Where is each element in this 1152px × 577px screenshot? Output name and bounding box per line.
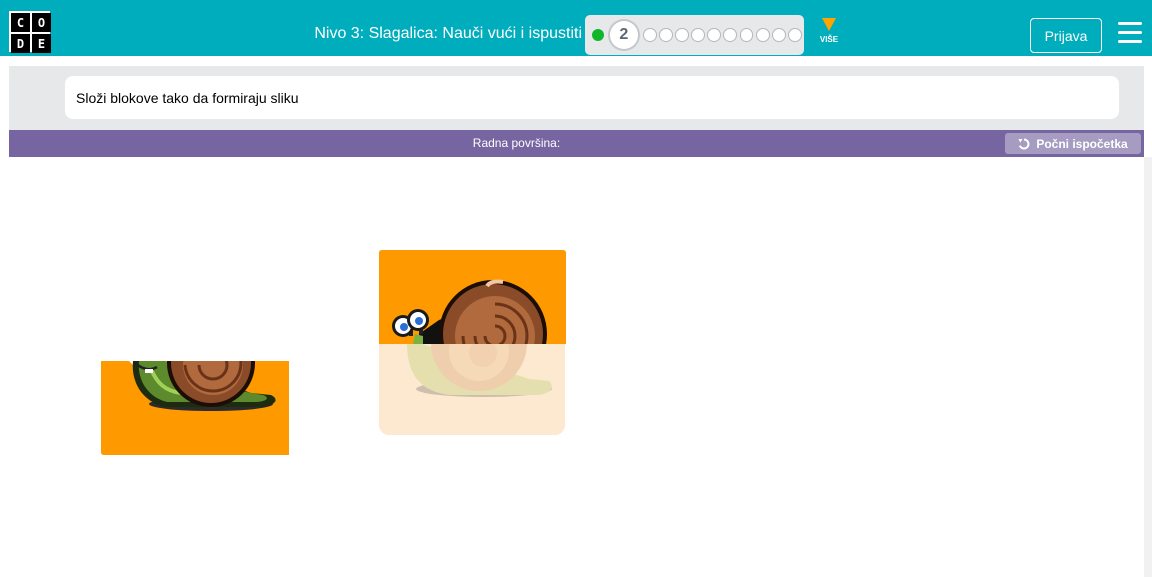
progress-dot[interactable] [642, 28, 657, 42]
snail-ghost-image [407, 343, 552, 397]
progress-dot[interactable] [755, 28, 770, 42]
snail-bottom-image [101, 361, 289, 455]
workspace-scrollbar[interactable] [1144, 157, 1152, 577]
workspace-title: Radna površina: [472, 136, 561, 150]
instructions-text: Složi blokove tako da formiraju sliku [65, 76, 1119, 119]
progress-dot[interactable] [691, 28, 706, 42]
progress-dot[interactable] [707, 28, 722, 42]
puzzle-piece-bottom[interactable] [101, 361, 289, 455]
logo-letter: D [11, 34, 30, 53]
header-bar: C O D E Nivo 3: Slagalica: Nauči vući i … [0, 0, 1152, 56]
logo-letter: C [11, 13, 30, 32]
reset-label: Počni ispočetka [1036, 136, 1128, 151]
triangle-down-icon [822, 18, 836, 31]
progress-dot[interactable] [739, 28, 754, 42]
level-title: Nivo 3: Slagalica: Nauči vući i ispustit… [314, 25, 582, 42]
puzzle-drop-slot [379, 343, 565, 435]
current-level-number: 2 [619, 26, 629, 43]
signin-button[interactable]: Prijava [1030, 18, 1102, 53]
more-levels-button[interactable]: VIŠE [812, 18, 846, 48]
code-org-logo[interactable]: C O D E [9, 11, 51, 53]
progress-dot[interactable] [771, 28, 786, 42]
progress-dot[interactable] [675, 28, 689, 42]
puzzle-piece-top[interactable] [379, 250, 566, 344]
logo-letter: O [32, 13, 51, 32]
progress-dot[interactable] [658, 28, 673, 42]
undo-icon [1018, 138, 1030, 149]
progress-dot[interactable] [723, 28, 738, 42]
progress-dot[interactable] [787, 28, 802, 42]
hamburger-menu-icon[interactable] [1118, 22, 1142, 44]
workspace-header: Radna površina: Počni ispočetka [9, 130, 1144, 157]
snail-top-image [379, 250, 566, 344]
progress-dot-completed[interactable] [592, 29, 604, 41]
more-label: VIŠE [819, 35, 839, 44]
level-progress-bar: 2 [585, 15, 804, 55]
logo-letter: E [32, 34, 51, 53]
progress-current-level[interactable]: 2 [607, 19, 640, 51]
reset-button[interactable]: Počni ispočetka [1005, 133, 1141, 154]
instructions-panel: Složi blokove tako da formiraju sliku [9, 66, 1144, 130]
